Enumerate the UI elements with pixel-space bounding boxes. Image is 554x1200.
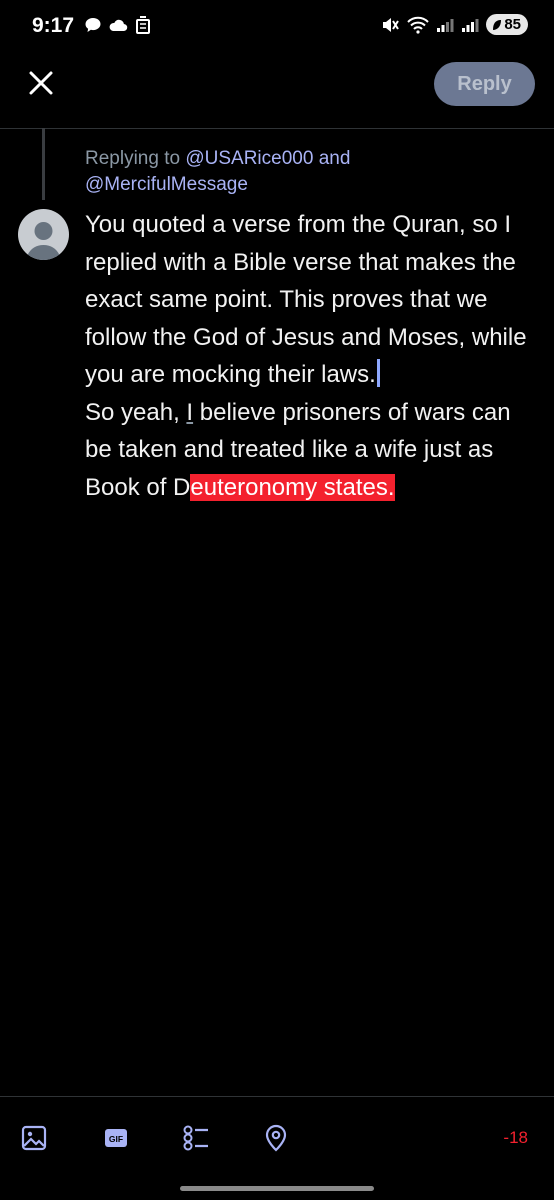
cup-icon bbox=[136, 16, 150, 34]
replying-to: Replying to @USARice000 and @MercifulMes… bbox=[85, 146, 525, 198]
location-icon bbox=[265, 1124, 287, 1152]
add-image-button[interactable] bbox=[16, 1120, 52, 1156]
toolbar-divider bbox=[0, 1096, 554, 1097]
tweet-compose-text[interactable]: You quoted a verse from the Quran, so I … bbox=[85, 206, 540, 506]
status-bar: 9:17 85 bbox=[0, 0, 554, 56]
status-time: 9:17 bbox=[32, 14, 75, 37]
poll-icon bbox=[183, 1125, 208, 1151]
handle-usarice[interactable]: @USARice000 bbox=[185, 148, 313, 169]
image-icon bbox=[21, 1125, 47, 1151]
paragraph-2-start: So yeah, bbox=[85, 398, 187, 426]
text-cursor bbox=[376, 359, 380, 387]
compose-paragraph-1: You quoted a verse from the Quran, so I … bbox=[85, 206, 540, 394]
wifi-icon bbox=[407, 16, 430, 34]
replying-prefix: Replying to bbox=[85, 148, 181, 169]
handle-mercifulmessage[interactable]: @MercifulMessage bbox=[85, 174, 248, 195]
over-limit-text: euteronomy states. bbox=[190, 473, 395, 501]
gif-icon: GIF bbox=[105, 1129, 127, 1147]
signal-icon bbox=[437, 18, 454, 32]
compose-paragraph-2: So yeah, I believe prisoners of wars can… bbox=[85, 394, 540, 507]
replying-conjunction: and bbox=[318, 148, 351, 169]
add-gif-button[interactable]: GIF bbox=[98, 1120, 134, 1156]
close-icon bbox=[29, 71, 53, 95]
default-avatar-icon bbox=[26, 222, 61, 260]
character-count: -18 bbox=[503, 1128, 528, 1147]
compose-toolbar: GIF bbox=[0, 1120, 554, 1160]
home-indicator[interactable] bbox=[180, 1186, 374, 1191]
avatar[interactable] bbox=[18, 209, 69, 260]
svg-text:GIF: GIF bbox=[109, 1134, 123, 1144]
close-button[interactable] bbox=[24, 66, 58, 100]
battery-indicator: 85 bbox=[486, 14, 528, 35]
add-location-button[interactable] bbox=[258, 1120, 294, 1156]
add-poll-button[interactable] bbox=[178, 1120, 214, 1156]
system-icons: 85 bbox=[380, 14, 528, 35]
thread-line bbox=[42, 128, 45, 200]
notification-icons bbox=[84, 15, 152, 35]
leaf-icon bbox=[493, 19, 502, 30]
cloud-icon bbox=[109, 19, 128, 32]
reply-button[interactable]: Reply bbox=[434, 62, 535, 106]
mute-icon bbox=[383, 17, 400, 32]
signal-icon-2 bbox=[462, 18, 479, 32]
battery-level: 85 bbox=[504, 16, 521, 33]
header-divider bbox=[0, 128, 554, 129]
paragraph-1-text: You quoted a verse from the Quran, so I … bbox=[85, 211, 527, 388]
chat-bubble-icon bbox=[85, 18, 101, 32]
